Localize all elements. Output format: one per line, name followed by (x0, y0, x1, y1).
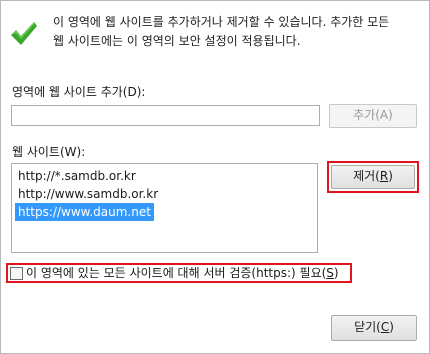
https-checkbox-highlight: 이 영역에 있는 모든 사이트에 대해 서버 검증(https:) 필요(S) (6, 263, 352, 283)
remove-button[interactable]: 제거(R) (331, 165, 415, 189)
remove-button-label-post: ) (388, 169, 393, 183)
https-checkbox-label[interactable]: 이 영역에 있는 모든 사이트에 대해 서버 검증(https:) 필요(S) (26, 265, 339, 281)
close-button[interactable]: 닫기(C) (331, 315, 417, 341)
sites-label: 웹 사이트(W): (12, 145, 86, 159)
https-checkbox[interactable] (10, 267, 23, 280)
site-list-item[interactable]: http://*.samdb.or.kr (15, 167, 139, 185)
add-site-label: 영역에 웹 사이트 추가(D): (12, 85, 146, 99)
https-label-pre: 이 영역에 있는 모든 사이트에 대해 서버 검증(https:) 필요( (26, 266, 327, 280)
info-description: 이 영역에 웹 사이트를 추가하거나 제거할 수 있습니다. 추가한 모든 웹 … (53, 13, 425, 51)
add-site-input[interactable] (11, 105, 320, 126)
checkmark-icon (11, 22, 37, 45)
sites-dialog: 이 영역에 웹 사이트를 추가하거나 제거할 수 있습니다. 추가한 모든 웹 … (0, 0, 430, 354)
site-list-item[interactable]: http://www.samdb.or.kr (15, 185, 161, 203)
sites-list[interactable]: http://*.samdb.or.kr http://www.samdb.or… (11, 163, 318, 253)
close-label-pre: 닫기( (354, 320, 381, 334)
site-list-item-selected[interactable]: https://www.daum.net (15, 203, 154, 221)
https-label-mnemonic: S (326, 266, 334, 280)
close-label-mnemonic: C (380, 320, 390, 334)
remove-button-label-pre: 제거( (353, 169, 380, 183)
add-button[interactable]: 추가(A) (329, 104, 417, 128)
info-line-2: 웹 사이트에는 이 영역의 보안 설정이 적용됩니다. (53, 34, 301, 48)
close-label-post: ) (389, 320, 394, 334)
remove-button-highlight: 제거(R) (327, 161, 419, 193)
https-label-post: ) (333, 266, 339, 280)
remove-button-mnemonic: R (379, 169, 389, 183)
info-line-1: 이 영역에 웹 사이트를 추가하거나 제거할 수 있습니다. 추가한 모든 (53, 15, 390, 29)
